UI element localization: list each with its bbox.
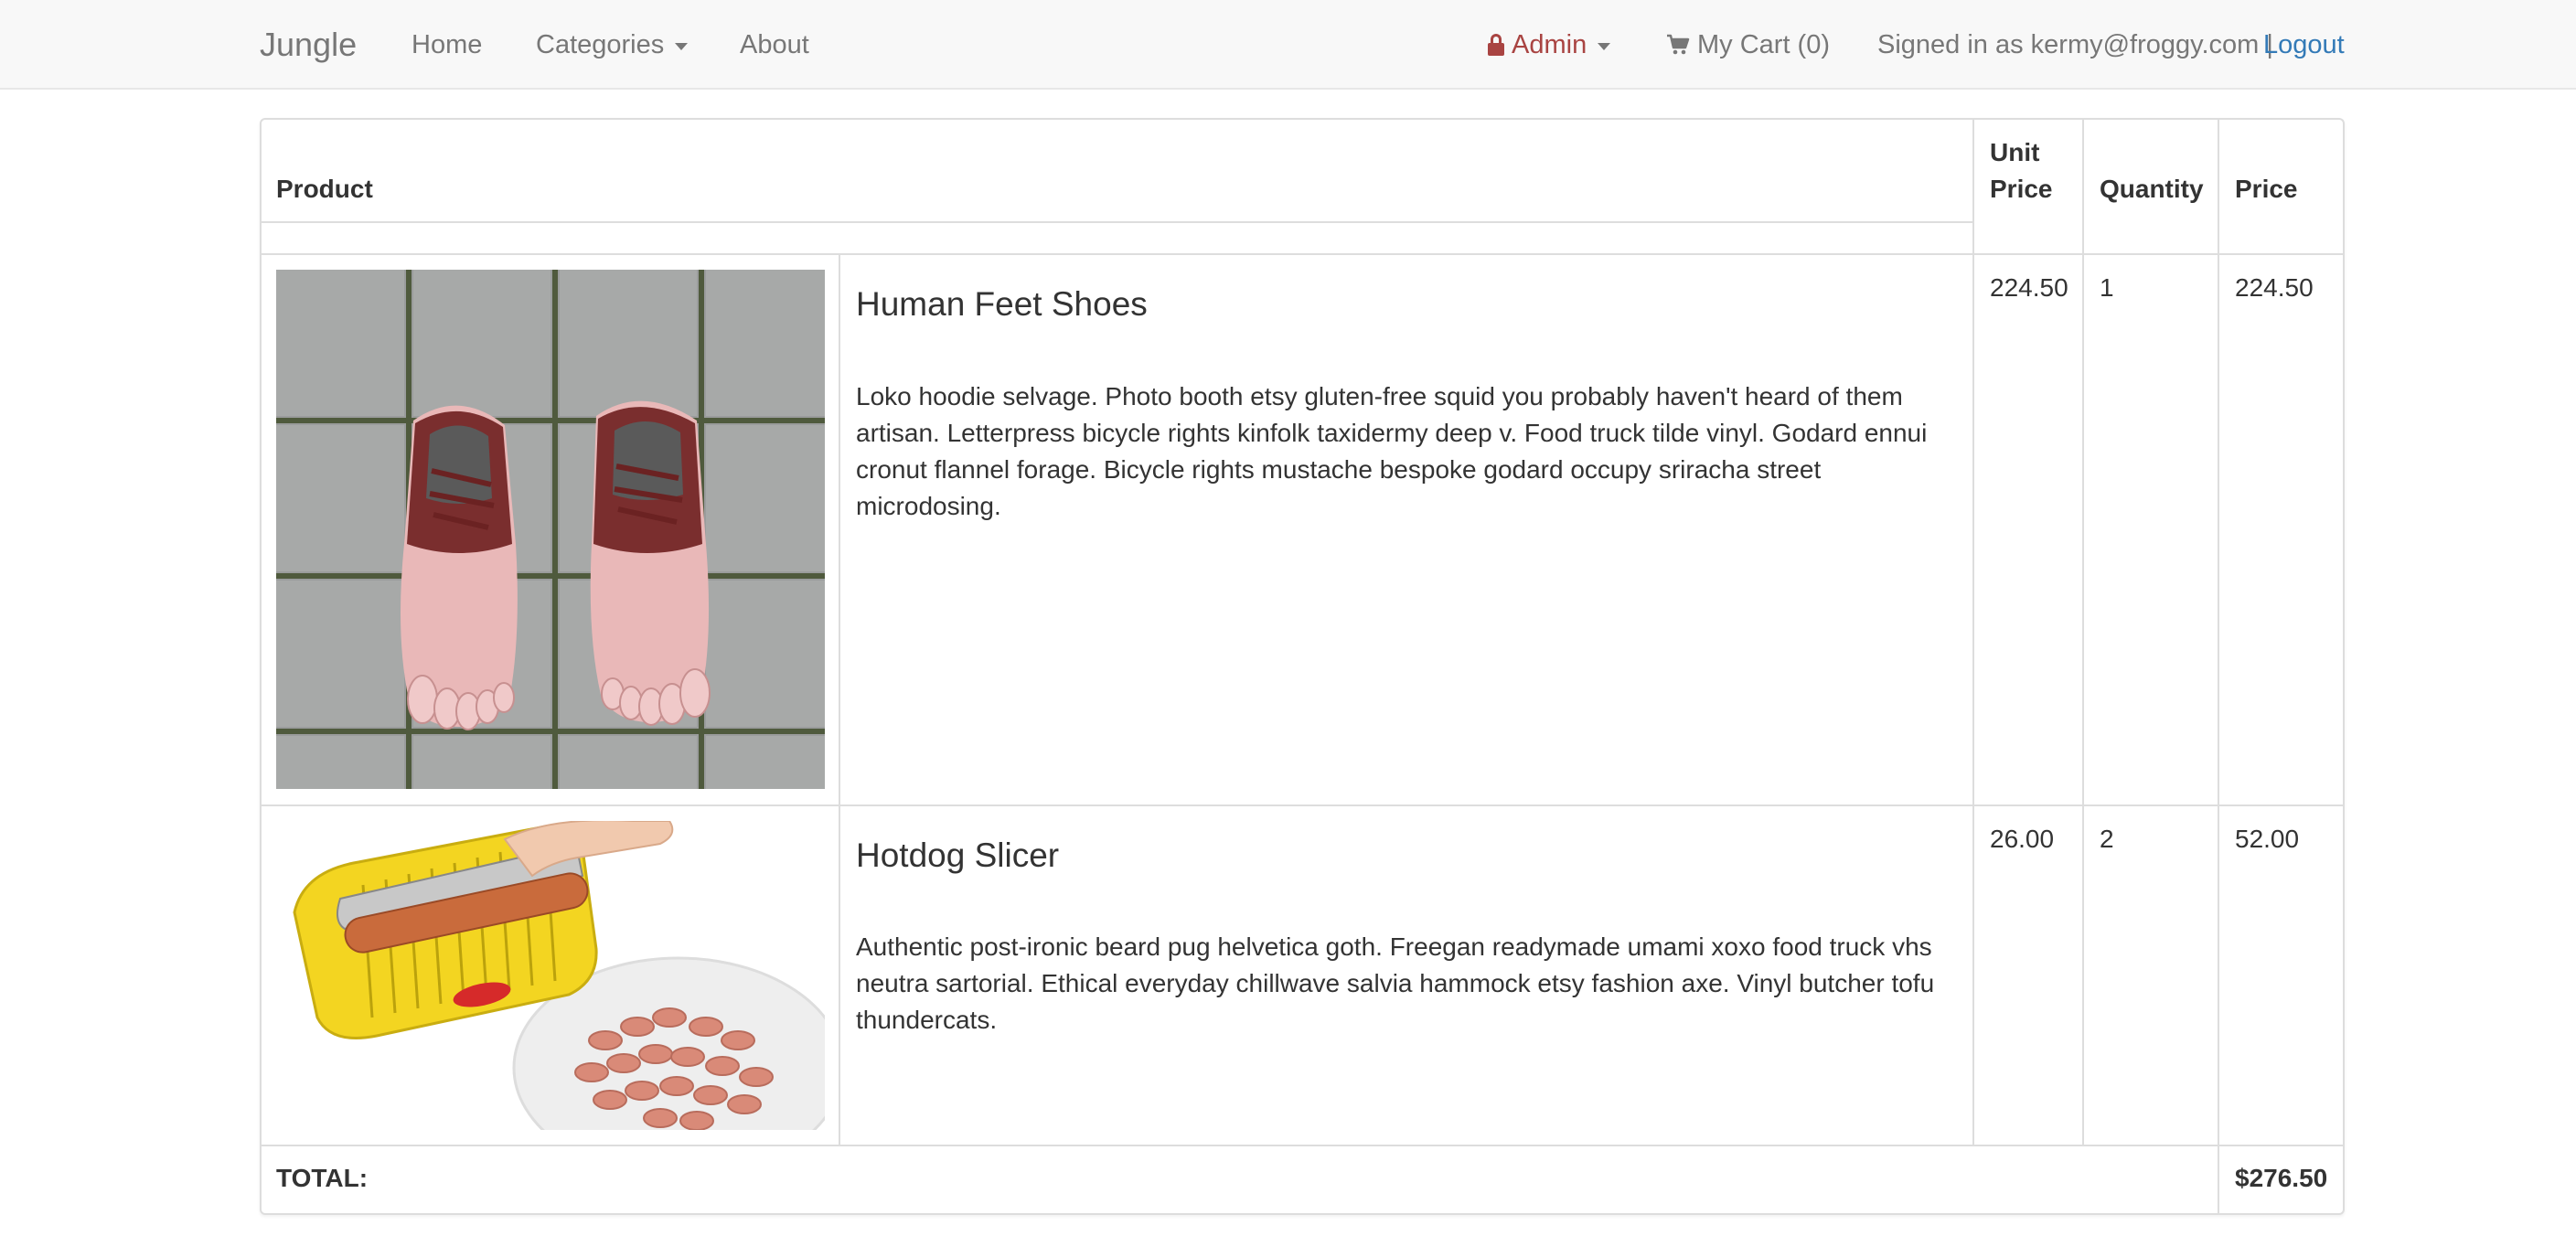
quantity: 1 bbox=[2100, 273, 2114, 302]
row-divider bbox=[260, 1145, 2345, 1146]
column-divider bbox=[839, 253, 840, 1145]
nav-categories-dropdown[interactable]: Categories bbox=[536, 0, 689, 90]
column-divider bbox=[2082, 118, 2084, 1145]
lock-icon bbox=[1488, 34, 1504, 56]
nav-about[interactable]: About bbox=[740, 0, 809, 90]
line-price: 224.50 bbox=[2235, 273, 2314, 302]
product-image-human-feet-shoes bbox=[276, 270, 825, 789]
product-name: Hotdog Slicer bbox=[856, 836, 1060, 874]
header-price: Price bbox=[2235, 175, 2298, 203]
product-description: Loko hoodie selvage. Photo booth etsy gl… bbox=[856, 382, 1928, 520]
nav-my-cart[interactable]: My Cart (0) bbox=[1666, 0, 1830, 90]
header-quantity: Quantity bbox=[2100, 175, 2204, 203]
unit-price: 224.50 bbox=[1990, 273, 2068, 302]
brand-link[interactable]: Jungle bbox=[260, 0, 357, 90]
nav-my-cart-label: My Cart (0) bbox=[1697, 29, 1830, 59]
nav-admin-label: Admin bbox=[1512, 29, 1587, 59]
product-image-hotdog-slicer bbox=[276, 821, 825, 1130]
chevron-down-icon bbox=[1598, 43, 1611, 50]
header-unit-price: Unit bbox=[1990, 138, 2040, 166]
column-divider bbox=[1972, 118, 1974, 1145]
unit-price: 26.00 bbox=[1990, 825, 2055, 853]
shopping-cart-icon bbox=[1666, 33, 1690, 57]
header-divider bbox=[260, 221, 1974, 223]
product-description: Authentic post-ironic beard pug helvetic… bbox=[856, 932, 1935, 1034]
header-product: Product bbox=[276, 175, 373, 203]
column-divider bbox=[2218, 118, 2219, 1215]
header-unit-price: Price bbox=[1990, 175, 2053, 203]
total-value: $276.50 bbox=[2235, 1164, 2328, 1192]
logout-link[interactable]: Logout bbox=[2263, 0, 2345, 90]
header-bottom-border bbox=[260, 253, 2345, 255]
nav-admin-dropdown[interactable]: Admin bbox=[1488, 0, 1611, 90]
chevron-down-icon bbox=[675, 43, 689, 50]
product-name: Human Feet Shoes bbox=[856, 285, 1148, 323]
nav-categories-label: Categories bbox=[536, 29, 665, 59]
line-price: 52.00 bbox=[2235, 825, 2300, 853]
signed-in-text: Signed in as kermy@froggy.com | bbox=[1877, 29, 2273, 59]
navbar: Jungle Home Categories About Admin My Ca… bbox=[0, 0, 2576, 90]
quantity: 2 bbox=[2100, 825, 2114, 853]
total-label: TOTAL: bbox=[276, 1164, 369, 1192]
nav-home[interactable]: Home bbox=[412, 0, 482, 90]
row-divider bbox=[260, 804, 2345, 806]
